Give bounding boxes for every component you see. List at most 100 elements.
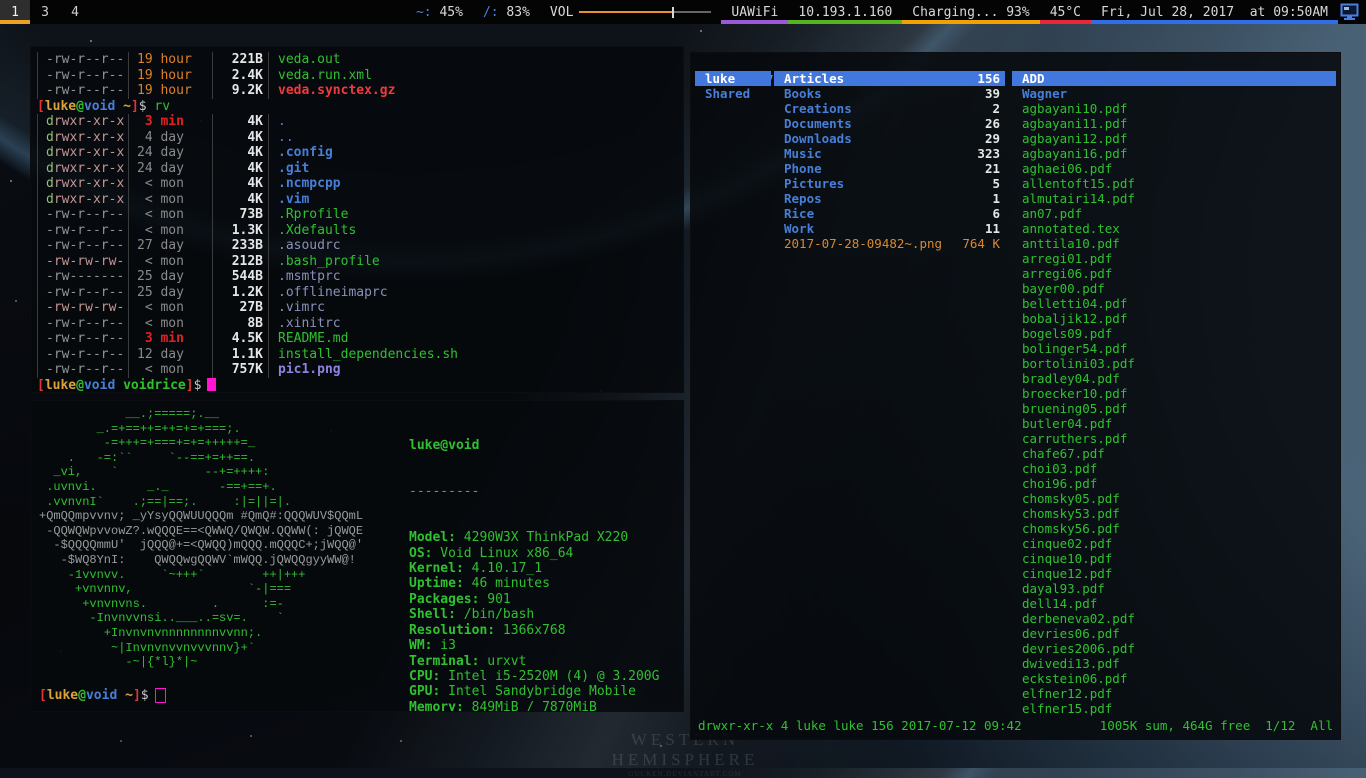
ranger-preview-item[interactable]: bobaljik12.pdf — [1012, 311, 1336, 326]
ranger-preview-item[interactable]: arregi06.pdf — [1012, 266, 1336, 281]
datetime-value: Fri, Jul 28, 2017 at 09:50AM — [1101, 5, 1328, 20]
volume-slider[interactable] — [579, 7, 711, 18]
monitor-icon[interactable] — [1338, 0, 1366, 24]
ranger-preview-item[interactable]: carruthers.pdf — [1012, 431, 1336, 446]
ranger-dir-item[interactable]: Rice6 — [774, 206, 1005, 221]
ranger-preview-item[interactable]: elfner12.pdf — [1012, 686, 1336, 701]
neofetch-field: Kernel: 4.10.17_1 — [409, 561, 659, 576]
ranger-preview-item[interactable]: chomsky53.pdf — [1012, 506, 1336, 521]
ranger-preview-item[interactable]: devries06.pdf — [1012, 626, 1336, 641]
ranger-dir-item[interactable]: Documents26 — [774, 116, 1005, 131]
ls-row: drwxr-xr-x24 day4K.git — [37, 161, 683, 177]
ranger-preview-item[interactable]: agbayani16.pdf — [1012, 146, 1336, 161]
ls-row: -rw-r--r--19 hour221Bveda.out — [37, 52, 683, 68]
neofetch-userhost: luke@void — [409, 438, 479, 453]
ranger-preview-item[interactable]: bayer00.pdf — [1012, 281, 1336, 296]
ls-row: drwxr-xr-x24 day4K.config — [37, 145, 683, 161]
ranger-dir-item[interactable]: Downloads29 — [774, 131, 1005, 146]
workspace-1-label: 1 — [11, 5, 19, 20]
typed-command: rv — [147, 99, 170, 115]
ls-row: -rw-r--r-- < mon8B.xinitrc — [37, 316, 683, 332]
disk-home-indicator: ~: 45% — [406, 0, 473, 24]
ranger-preview-item[interactable]: agbayani12.pdf — [1012, 131, 1336, 146]
ranger-status-summary: 1005K sum, 464G free 1/12 All — [1100, 718, 1333, 733]
ranger-preview-item[interactable]: arregi01.pdf — [1012, 251, 1336, 266]
ranger-preview-item[interactable]: agbayani10.pdf — [1012, 101, 1336, 116]
ranger-dir-item[interactable]: 2017-07-28-09482~.png764 K — [774, 236, 1005, 251]
ranger-dir-item[interactable]: Music323 — [774, 146, 1005, 161]
ranger-preview-item[interactable]: bogels09.pdf — [1012, 326, 1336, 341]
volume-slider-track — [674, 11, 712, 13]
ranger-preview-item[interactable]: chomsky56.pdf — [1012, 521, 1336, 536]
neofetch-field: Uptime: 46 minutes — [409, 576, 659, 591]
ranger-preview-item[interactable]: dell14.pdf — [1012, 596, 1336, 611]
ls-row: drwxr-xr-x < mon4K.ncmpcpp — [37, 176, 683, 192]
ranger-window[interactable]: luke@void ~/Articles lukeShared Articles… — [690, 52, 1341, 740]
datetime-underline — [1091, 20, 1338, 24]
ranger-preview-item[interactable]: choi96.pdf — [1012, 476, 1336, 491]
ranger-preview-item[interactable]: cinque10.pdf — [1012, 551, 1336, 566]
ls-row: -rw-------25 day544B.msmtprc — [37, 269, 683, 285]
ls-output: drwxr-xr-x 3 min4K.drwxr-xr-x 4 day4K..d… — [37, 114, 683, 378]
ranger-preview-item[interactable]: bruening05.pdf — [1012, 401, 1336, 416]
ranger-dir-item[interactable]: Pictures5 — [774, 176, 1005, 191]
ranger-preview-item[interactable]: devries2006.pdf — [1012, 641, 1336, 656]
neofetch-ascii-art: __.;=====;.__ _.=+==++=++=+=+===;. -=+++… — [39, 407, 363, 670]
ranger-parent-item[interactable]: luke — [695, 71, 771, 86]
ranger-preview-item[interactable]: broecker10.pdf — [1012, 386, 1336, 401]
ranger-preview-item[interactable]: dwivedi13.pdf — [1012, 656, 1336, 671]
ranger-preview-item[interactable]: anttila10.pdf — [1012, 236, 1336, 251]
ranger-dir-item[interactable]: Repos1 — [774, 191, 1005, 206]
ip-underline — [788, 20, 902, 24]
ranger-dir-item[interactable]: Phone21 — [774, 161, 1005, 176]
ranger-preview-pane: ADDWagneragbayani10.pdfagbayani11.pdfagb… — [1012, 71, 1336, 716]
terminal-window-neofetch[interactable]: __.;=====;.__ _.=+==++=++=+=+===;. -=+++… — [30, 400, 684, 712]
ranger-preview-item[interactable]: allentoft15.pdf — [1012, 176, 1336, 191]
wallpaper-credit: gucken.deviantart.com — [560, 770, 810, 778]
ranger-preview-item[interactable]: choi03.pdf — [1012, 461, 1336, 476]
workspace-1[interactable]: 1 — [0, 0, 30, 24]
ranger-main-pane: Articles156Books39Creations2Documents26D… — [774, 71, 1005, 251]
neofetch-field: Memory: 849MiB / 7870MiB — [409, 700, 659, 712]
ip-address: 10.193.1.160 — [798, 5, 892, 20]
ranger-parent-item[interactable]: Shared — [695, 86, 771, 101]
ranger-preview-item[interactable]: chafe67.pdf — [1012, 446, 1336, 461]
workspace-4[interactable]: 4 — [60, 0, 90, 24]
home-value: 45% — [432, 5, 463, 20]
ranger-preview-item[interactable]: cinque02.pdf — [1012, 536, 1336, 551]
ls-row: -rw-r--r--25 day1.2K.offlineimaprc — [37, 285, 683, 301]
ranger-preview-item[interactable]: butler04.pdf — [1012, 416, 1336, 431]
ranger-preview-item[interactable]: agbayani11.pdf — [1012, 116, 1336, 131]
ranger-dir-item[interactable]: Work11 — [774, 221, 1005, 236]
ranger-preview-item[interactable]: dayal93.pdf — [1012, 581, 1336, 596]
ranger-preview-item[interactable]: an07.pdf — [1012, 206, 1336, 221]
ranger-preview-item[interactable]: chomsky05.pdf — [1012, 491, 1336, 506]
home-label: ~: — [416, 5, 432, 20]
temperature-underline — [1040, 20, 1091, 24]
neofetch-field: OS: Void Linux x86_64 — [409, 546, 659, 561]
ranger-preview-item[interactable]: eckstein06.pdf — [1012, 671, 1336, 686]
ranger-preview-item[interactable]: elfner15.pdf — [1012, 701, 1336, 716]
neofetch-field: Terminal: urxvt — [409, 654, 659, 669]
ranger-preview-item[interactable]: derbeneva02.pdf — [1012, 611, 1336, 626]
ls-row: drwxr-xr-x < mon4K.vim — [37, 192, 683, 208]
ranger-dir-item[interactable]: Books39 — [774, 86, 1005, 101]
ranger-preview-item[interactable]: almutairi14.pdf — [1012, 191, 1336, 206]
volume-label: VOL — [550, 5, 573, 20]
ranger-dir-item[interactable]: Articles156 — [774, 71, 1005, 86]
neofetch-fields: Model: 4290W3X ThinkPad X220OS: Void Lin… — [409, 530, 659, 712]
ranger-preview-item[interactable]: annotated.tex — [1012, 221, 1336, 236]
ranger-preview-item[interactable]: belletti04.pdf — [1012, 296, 1336, 311]
ranger-preview-item[interactable]: Wagner — [1012, 86, 1336, 101]
ranger-preview-item[interactable]: cinque12.pdf — [1012, 566, 1336, 581]
ranger-preview-item[interactable]: bortolini03.pdf — [1012, 356, 1336, 371]
temperature-indicator: 45°C — [1040, 0, 1091, 24]
ranger-preview-item[interactable]: ADD — [1012, 71, 1336, 86]
volume-indicator[interactable]: VOL — [540, 0, 721, 24]
workspace-3[interactable]: 3 — [30, 0, 60, 24]
terminal-window-ls[interactable]: -rw-r--r--19 hour221Bveda.out-rw-r--r--1… — [30, 46, 684, 393]
ranger-preview-item[interactable]: aghaei06.pdf — [1012, 161, 1336, 176]
ranger-preview-item[interactable]: bolinger54.pdf — [1012, 341, 1336, 356]
ranger-dir-item[interactable]: Creations2 — [774, 101, 1005, 116]
ranger-preview-item[interactable]: bradley04.pdf — [1012, 371, 1336, 386]
